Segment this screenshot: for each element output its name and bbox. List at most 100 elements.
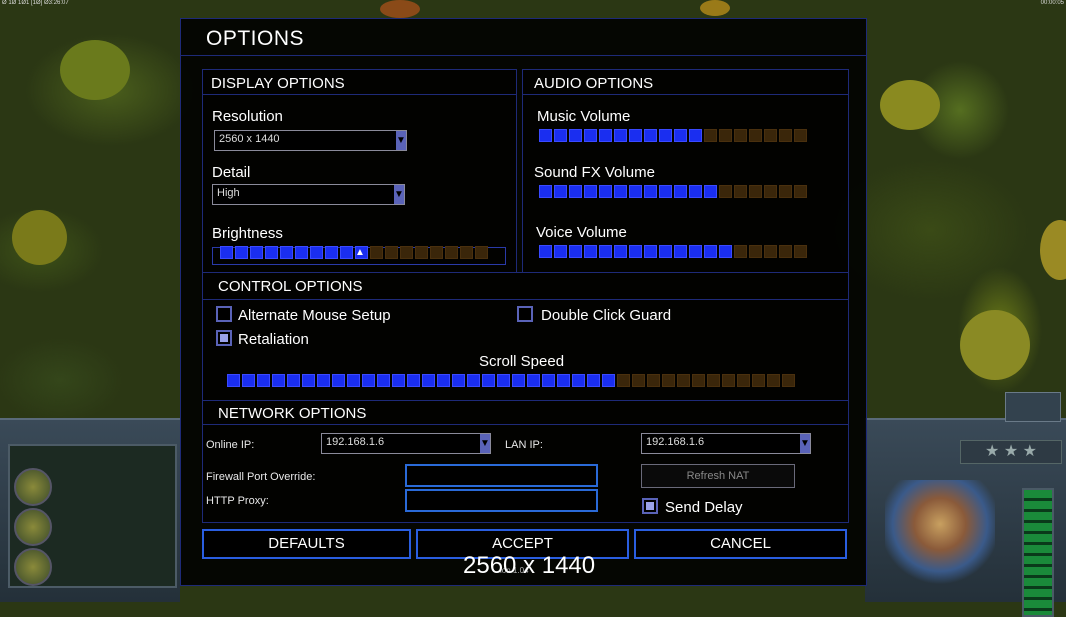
slider-segment[interactable]: [542, 374, 555, 387]
slider-segment[interactable]: [617, 374, 630, 387]
slider-segment[interactable]: [287, 374, 300, 387]
unit-portrait-icon[interactable]: [1005, 392, 1061, 422]
slider-segment[interactable]: [569, 185, 582, 198]
slider-segment[interactable]: [325, 246, 338, 259]
slider-segment[interactable]: [674, 245, 687, 258]
slider-segment[interactable]: [599, 185, 612, 198]
slider-segment[interactable]: [794, 129, 807, 142]
slider-segment[interactable]: [689, 185, 702, 198]
slider-segment[interactable]: [734, 245, 747, 258]
slider-segment[interactable]: [340, 246, 353, 259]
slider-segment[interactable]: [584, 245, 597, 258]
hud-button-icon[interactable]: [14, 508, 52, 546]
slider-segment[interactable]: [722, 374, 735, 387]
slider-segment[interactable]: [659, 245, 672, 258]
slider-segment[interactable]: [674, 185, 687, 198]
slider-segment[interactable]: [629, 245, 642, 258]
slider-segment[interactable]: [659, 185, 672, 198]
slider-segment[interactable]: [539, 245, 552, 258]
slider-segment[interactable]: [614, 129, 627, 142]
slider-segment[interactable]: [539, 185, 552, 198]
retaliation-checkbox[interactable]: [216, 330, 232, 346]
slider-segment[interactable]: [242, 374, 255, 387]
slider-segment[interactable]: [707, 374, 720, 387]
cancel-button[interactable]: CANCEL: [634, 529, 847, 559]
slider-segment[interactable]: [704, 245, 717, 258]
sfx-volume-slider[interactable]: [539, 185, 807, 199]
slider-segment[interactable]: [677, 374, 690, 387]
slider-segment[interactable]: [295, 246, 308, 259]
slider-segment[interactable]: [692, 374, 705, 387]
slider-segment[interactable]: [587, 374, 600, 387]
slider-segment[interactable]: [407, 374, 420, 387]
slider-segment[interactable]: [437, 374, 450, 387]
resolution-dropdown[interactable]: 2560 x 1440 ▼: [214, 130, 407, 151]
slider-segment[interactable]: [445, 246, 458, 259]
hud-button-icon[interactable]: [14, 548, 52, 586]
slider-segment[interactable]: [644, 185, 657, 198]
slider-segment[interactable]: [385, 246, 398, 259]
slider-segment[interactable]: [659, 129, 672, 142]
slider-segment[interactable]: [512, 374, 525, 387]
double-click-guard-checkbox[interactable]: [517, 306, 533, 322]
slider-segment[interactable]: [767, 374, 780, 387]
slider-segment[interactable]: [377, 374, 390, 387]
slider-segment[interactable]: [569, 129, 582, 142]
slider-segment[interactable]: [422, 374, 435, 387]
firewall-port-input[interactable]: [405, 464, 598, 487]
slider-segment[interactable]: [782, 374, 795, 387]
chevron-down-icon[interactable]: ▼: [396, 131, 406, 150]
slider-segment[interactable]: [302, 374, 315, 387]
refresh-nat-button[interactable]: Refresh NAT: [641, 464, 795, 488]
slider-segment[interactable]: [554, 129, 567, 142]
slider-segment[interactable]: [235, 246, 248, 259]
slider-segment[interactable]: [614, 185, 627, 198]
slider-segment[interactable]: [220, 246, 233, 259]
slider-segment[interactable]: [737, 374, 750, 387]
slider-segment[interactable]: [227, 374, 240, 387]
slider-segment[interactable]: [662, 374, 675, 387]
music-volume-slider[interactable]: [539, 129, 807, 143]
slider-segment[interactable]: [674, 129, 687, 142]
slider-segment[interactable]: [272, 374, 285, 387]
send-delay-checkbox[interactable]: [642, 498, 658, 514]
slider-segment[interactable]: [482, 374, 495, 387]
hud-button-icon[interactable]: [14, 468, 52, 506]
scroll-speed-slider[interactable]: [227, 374, 795, 388]
slider-segment[interactable]: [475, 246, 488, 259]
slider-segment[interactable]: [764, 129, 777, 142]
slider-segment[interactable]: [794, 185, 807, 198]
slider-segment[interactable]: [400, 246, 413, 259]
slider-segment[interactable]: [704, 129, 717, 142]
slider-segment[interactable]: [794, 245, 807, 258]
slider-segment[interactable]: [689, 129, 702, 142]
slider-segment[interactable]: [317, 374, 330, 387]
slider-segment[interactable]: [257, 374, 270, 387]
slider-segment[interactable]: [362, 374, 375, 387]
slider-segment[interactable]: [430, 246, 443, 259]
slider-thumb-icon[interactable]: ▲: [355, 247, 365, 258]
voice-volume-slider[interactable]: [539, 245, 807, 259]
slider-segment[interactable]: [614, 245, 627, 258]
slider-segment[interactable]: [779, 245, 792, 258]
slider-segment[interactable]: [332, 374, 345, 387]
defaults-button[interactable]: DEFAULTS: [202, 529, 411, 559]
slider-segment[interactable]: [392, 374, 405, 387]
slider-segment[interactable]: [452, 374, 465, 387]
chevron-down-icon[interactable]: ▼: [394, 185, 404, 204]
slider-segment[interactable]: [704, 185, 717, 198]
chevron-down-icon[interactable]: ▼: [480, 434, 490, 453]
slider-segment[interactable]: [749, 245, 762, 258]
slider-segment[interactable]: [599, 245, 612, 258]
slider-segment[interactable]: [310, 246, 323, 259]
lan-ip-dropdown[interactable]: 192.168.1.6 ▼: [641, 433, 811, 454]
slider-segment[interactable]: [467, 374, 480, 387]
slider-segment[interactable]: [460, 246, 473, 259]
slider-segment[interactable]: [764, 245, 777, 258]
slider-segment[interactable]: [752, 374, 765, 387]
slider-segment[interactable]: [764, 185, 777, 198]
slider-segment[interactable]: [629, 129, 642, 142]
slider-segment[interactable]: [554, 245, 567, 258]
slider-segment[interactable]: [415, 246, 428, 259]
slider-segment[interactable]: [347, 374, 360, 387]
